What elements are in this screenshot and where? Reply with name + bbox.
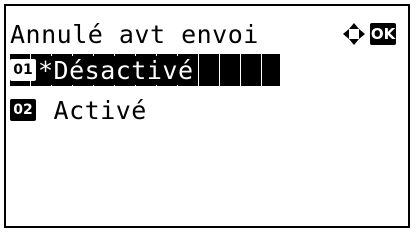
title-row: Annulé avt envoi OK (10, 18, 408, 50)
lcd-screen: Annulé avt envoi OK 01 *Désactivé 02 Act… (4, 4, 410, 228)
page-title: Annulé avt envoi (10, 19, 259, 49)
option-label: *Désactivé (38, 55, 198, 85)
four-way-arrows-icon (343, 23, 365, 45)
option-number-badge: 01 (10, 59, 36, 81)
option-active[interactable]: 02 Activé (10, 94, 404, 126)
nav-hint: OK (342, 18, 396, 50)
option-label: Activé (38, 95, 147, 125)
option-number-badge: 02 (10, 99, 36, 121)
ok-key-icon: OK (370, 23, 396, 45)
option-desactive[interactable]: 01 *Désactivé (10, 54, 280, 86)
